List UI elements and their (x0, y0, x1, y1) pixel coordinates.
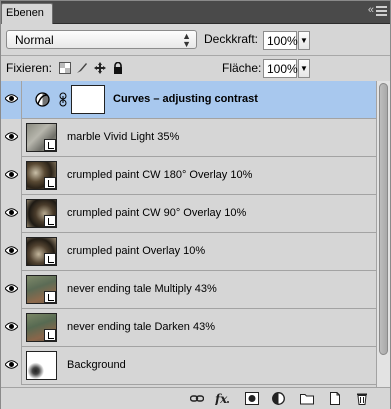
visibility-toggle[interactable] (1, 233, 22, 271)
layers-list: Curves – adjusting contrast marble Vivid… (1, 81, 376, 387)
visibility-toggle[interactable] (1, 309, 22, 347)
eye-icon (5, 132, 18, 141)
tab-layers[interactable]: Ebenen (1, 3, 53, 24)
layer-row[interactable]: crumpled paint CW 90° Overlay 10% (1, 195, 376, 233)
add-mask-icon[interactable] (245, 392, 259, 405)
smart-object-badge-icon (44, 253, 56, 265)
layer-row[interactable]: Curves – adjusting contrast (1, 81, 376, 119)
panel-tab-bar: Ebenen « (1, 1, 390, 24)
smart-object-badge-icon (44, 139, 56, 151)
visibility-toggle[interactable] (1, 119, 22, 157)
visibility-toggle[interactable] (1, 81, 22, 119)
smart-object-badge-icon (44, 215, 56, 227)
layer-row[interactable]: crumpled paint CW 180° Overlay 10% (1, 157, 376, 195)
layer-name: Curves – adjusting contrast (113, 93, 258, 105)
smart-object-badge-icon (44, 177, 56, 189)
layer-name: crumpled paint CW 180° Overlay 10% (67, 169, 253, 181)
lock-label: Fixieren: (6, 61, 53, 75)
lock-position-icon[interactable] (94, 62, 106, 74)
trash-icon[interactable] (355, 392, 369, 405)
panel-menu-icon[interactable] (376, 4, 387, 18)
layer-row[interactable]: never ending tale Multiply 43% (1, 271, 376, 309)
eye-icon (5, 284, 18, 293)
eye-icon (5, 360, 18, 369)
layer-thumbnail[interactable] (26, 313, 57, 342)
svg-text:fx: fx (215, 392, 228, 405)
layer-thumbnail[interactable] (26, 161, 57, 190)
layer-thumbnail[interactable] (26, 237, 57, 266)
opacity-label: Deckkraft: (204, 32, 259, 46)
layer-name: Background (67, 359, 126, 371)
collapse-panel-icon[interactable]: « (368, 4, 374, 16)
panel-bottom-toolbar: fx (1, 387, 390, 409)
blend-mode-value: Normal (15, 33, 54, 47)
mask-link-icon[interactable] (59, 92, 67, 107)
eye-icon (5, 208, 18, 217)
blend-options-row: Normal ▲ ▼ Deckkraft: 100% ▼ (1, 25, 390, 55)
blend-mode-select[interactable]: Normal ▲ ▼ (6, 30, 197, 49)
new-group-icon[interactable] (300, 392, 314, 405)
fill-dropdown-button[interactable]: ▼ (298, 59, 310, 78)
layer-name: never ending tale Darken 43% (67, 321, 215, 333)
lock-transparency-icon[interactable] (59, 62, 71, 74)
layers-scrollbar[interactable] (376, 81, 390, 387)
layer-mask-thumbnail[interactable] (71, 85, 105, 114)
layer-thumbnail[interactable] (26, 199, 57, 228)
eye-icon (5, 322, 18, 331)
fx-icon[interactable]: fx (215, 392, 229, 405)
opacity-dropdown-button[interactable]: ▼ (298, 31, 310, 50)
link-layers-icon[interactable] (190, 392, 204, 405)
lock-all-icon[interactable] (112, 62, 124, 74)
layer-name: never ending tale Multiply 43% (67, 283, 217, 295)
eye-icon (5, 170, 18, 179)
fill-label: Fläche: (222, 61, 262, 75)
layer-thumbnail[interactable] (26, 123, 57, 152)
visibility-toggle[interactable] (1, 195, 22, 233)
select-arrows-icon: ▲ ▼ (182, 31, 191, 49)
layer-thumbnail[interactable] (26, 275, 57, 304)
layer-name: crumpled paint Overlay 10% (67, 245, 206, 257)
lock-image-pixels-icon[interactable] (76, 62, 88, 74)
layer-row[interactable]: crumpled paint Overlay 10% (1, 233, 376, 271)
smart-object-badge-icon (44, 329, 56, 341)
visibility-toggle[interactable] (1, 157, 22, 195)
layer-name: marble Vivid Light 35% (67, 131, 180, 143)
layer-row[interactable]: never ending tale Darken 43% (1, 309, 376, 347)
eye-icon (5, 94, 18, 103)
scrollbar-thumb[interactable] (379, 83, 388, 355)
layer-row[interactable]: marble Vivid Light 35% (1, 119, 376, 157)
opacity-input[interactable]: 100% (263, 31, 298, 50)
fill-input[interactable]: 100% (263, 59, 298, 78)
visibility-toggle[interactable] (1, 271, 22, 309)
new-adjustment-icon[interactable] (272, 392, 286, 405)
layer-thumbnail[interactable] (26, 351, 57, 380)
layer-row[interactable]: Background (1, 347, 376, 385)
curves-adjustment-icon[interactable] (35, 92, 50, 107)
layer-name: crumpled paint CW 90° Overlay 10% (67, 207, 247, 219)
visibility-toggle[interactable] (1, 347, 22, 385)
eye-icon (5, 246, 18, 255)
lock-options-row: Fixieren: Fläche: 100% ▼ (1, 56, 390, 81)
smart-object-badge-icon (44, 291, 56, 303)
layers-panel: Ebenen « Normal ▲ ▼ Deckkraft: 100% ▼ Fix… (0, 0, 391, 409)
new-layer-icon[interactable] (328, 392, 342, 405)
